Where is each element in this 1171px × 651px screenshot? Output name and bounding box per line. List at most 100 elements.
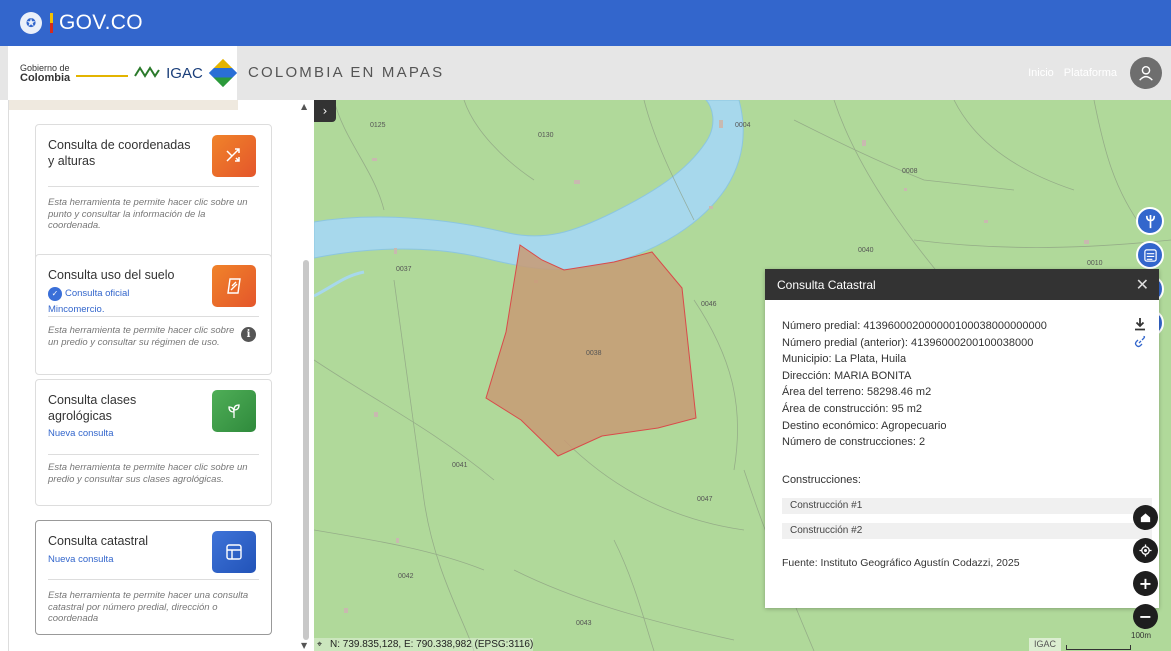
panel-header: Consulta Catastral ✕	[765, 269, 1159, 300]
tools-sidebar: Consulta de coordenadas y alturas Esta h…	[8, 100, 314, 651]
tool-card-coordenadas[interactable]: Consulta de coordenadas y alturas Esta h…	[35, 124, 272, 270]
construction-item[interactable]: Construcción #2	[782, 523, 1152, 539]
crosshair-icon	[1139, 544, 1152, 557]
card-title: Consulta uso del suelo ✓ Consulta oficia…	[48, 267, 198, 318]
home-icon	[1140, 513, 1151, 523]
detail-numero-predial-anterior: Número predial (anterior): 4139600020010…	[782, 336, 1034, 349]
card-description: Esta herramienta te permite hacer clic s…	[48, 197, 248, 231]
parcel-label: 0038	[586, 350, 602, 357]
tool-card-agrologicas[interactable]: Consulta clases agrológicas Nueva consul…	[35, 379, 272, 506]
locate-button[interactable]	[1133, 538, 1158, 563]
parcel-label: 0125	[370, 122, 386, 129]
scale-label: 100m	[1131, 631, 1152, 640]
land-use-icon	[227, 278, 241, 294]
parcel-label: 0130	[538, 132, 554, 139]
layers-list-button[interactable]	[1136, 241, 1164, 269]
card-divider	[48, 186, 259, 187]
card-description: Esta herramienta te permite hacer clic s…	[48, 462, 248, 485]
detail-numero-predial: Número predial: 413960002000000100038000…	[782, 320, 1047, 332]
parcel-label: 0046	[701, 301, 717, 308]
scale-bar	[1066, 645, 1131, 650]
card-title: Consulta clases agrológicas Nueva consul…	[48, 392, 198, 442]
panel-details: Número predial: 413960002000000100038000…	[782, 318, 1122, 451]
igac-mark-icon	[208, 58, 237, 88]
detail-area-construccion: Área de construcción: 95 m2	[782, 402, 923, 415]
detail-municipio: Municipio: La Plata, Huila	[782, 353, 907, 366]
igac-logo[interactable]: IGAC	[166, 65, 203, 82]
tool-tile[interactable]	[212, 390, 256, 432]
map-nav-tools: + −	[1133, 505, 1158, 629]
sprout-icon	[228, 404, 240, 418]
parcel-label: 0040	[858, 247, 874, 254]
sidebar-scrollbar[interactable]: ▲ ▼	[298, 100, 312, 651]
app-title: COLOMBIA EN MAPAS	[248, 64, 445, 81]
geografia-logo	[76, 69, 129, 77]
link-icon[interactable]	[1133, 335, 1147, 349]
info-icon[interactable]: i	[241, 327, 256, 342]
download-icon[interactable]	[1133, 317, 1147, 331]
constructions-heading: Construcciones:	[782, 474, 861, 486]
official-badge: ✓ Consulta oficial	[48, 286, 198, 302]
tool-tile[interactable]	[212, 531, 256, 573]
panel-source: Fuente: Instituto Geográfico Agustín Cod…	[782, 557, 1020, 569]
card-title: Consulta de coordenadas y alturas	[48, 138, 191, 168]
map-attribution[interactable]: IGAC	[1029, 638, 1062, 651]
detail-area-terreno: Área del terreno: 58298.46 m2	[782, 386, 932, 399]
parcel-label: 0042	[398, 573, 414, 580]
card-description: Esta herramienta te permite hacer una co…	[48, 590, 249, 624]
parcel-label: 0041	[452, 462, 468, 469]
parcel-label: 0004	[735, 122, 751, 129]
gobierno-logo[interactable]: Gobierno de Colombia	[20, 63, 70, 84]
scroll-up-icon[interactable]: ▲	[301, 102, 307, 111]
shield-check-icon: ✓	[48, 287, 62, 301]
construction-item[interactable]: Construcción #1	[782, 498, 1152, 514]
detail-destino: Destino económico: Agropecuario	[782, 419, 947, 432]
card-subtitle: Nueva consulta	[48, 554, 114, 565]
card-subtitle: Nueva consulta	[48, 428, 114, 439]
zoom-in-button[interactable]: +	[1133, 571, 1158, 596]
card-description: Esta herramienta te permite hacer clic s…	[48, 325, 235, 348]
panel-title: Consulta Catastral	[777, 277, 876, 292]
parcel-label: 0008	[902, 168, 918, 175]
tools-button[interactable]	[1136, 207, 1164, 235]
tool-card-uso-suelo[interactable]: Consulta uso del suelo ✓ Consulta oficia…	[35, 254, 272, 375]
sidebar-top-strip	[9, 100, 238, 110]
coordinates-readout: ⌖ N: 739.835,128, E: 790.338,982 (EPSG:3…	[314, 638, 534, 651]
colombia-crest-icon: ✪	[20, 12, 42, 34]
cadastral-panel: Consulta Catastral ✕ Número predial: 413…	[765, 269, 1159, 608]
tool-tile[interactable]	[212, 265, 256, 307]
close-icon[interactable]: ✕	[1136, 275, 1149, 295]
detail-direccion: Dirección: MARIA BONITA	[782, 369, 912, 382]
user-avatar[interactable]	[1130, 57, 1162, 89]
nav-plataforma[interactable]: Plataforma	[1064, 67, 1117, 79]
detail-num-construcciones: Número de construcciones: 2	[782, 436, 926, 449]
tool-tile[interactable]	[212, 135, 256, 177]
shuffle-icon	[226, 148, 240, 162]
layout-icon	[226, 544, 242, 560]
govco-brand[interactable]: GOV.CO	[59, 11, 143, 35]
zoom-out-button[interactable]: −	[1133, 604, 1158, 629]
logo-strip: Gobierno de Colombia IGAC	[8, 46, 237, 100]
card-divider	[48, 454, 259, 455]
parcel-label: 0047	[697, 496, 713, 503]
collapse-sidebar-button[interactable]: ›	[314, 100, 336, 122]
card-title: Consulta catastral Nueva consulta	[48, 533, 198, 568]
list-icon	[1143, 248, 1157, 262]
flag-divider	[50, 13, 53, 33]
card-divider	[48, 316, 259, 317]
header-nav: Inicio Plataforma	[1028, 67, 1117, 79]
user-icon	[1139, 65, 1153, 81]
tool-card-catastral[interactable]: Consulta catastral Nueva consulta Esta h…	[35, 520, 272, 635]
parcel-label: 0043	[576, 620, 592, 627]
card-divider	[48, 579, 259, 580]
home-button[interactable]	[1133, 505, 1158, 530]
nav-inicio[interactable]: Inicio	[1028, 67, 1054, 79]
app-header: Gobierno de Colombia IGAC COLOMBIA EN MA…	[0, 46, 1171, 100]
scroll-thumb[interactable]	[303, 260, 309, 640]
vida-logo	[134, 65, 160, 81]
compass-icon: ⌖	[317, 639, 323, 649]
govco-bar: ✪ GOV.CO	[0, 0, 1171, 46]
parcel-label: 0010	[1087, 260, 1103, 267]
wrench-icon	[1145, 214, 1155, 228]
scroll-down-icon[interactable]: ▼	[301, 641, 307, 650]
